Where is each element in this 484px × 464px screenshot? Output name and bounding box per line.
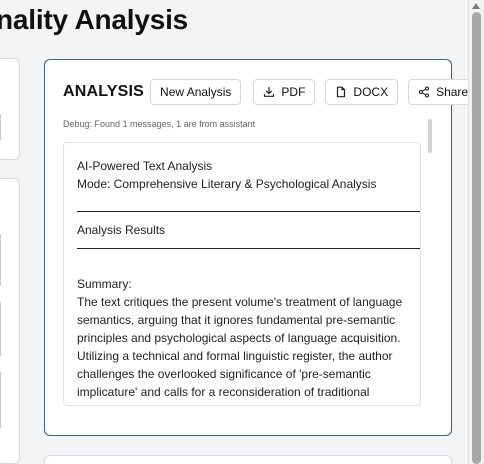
section-heading: Analysis Results: [77, 223, 166, 237]
analysis-content[interactable]: AI-Powered Text Analysis Mode: Comprehen…: [63, 142, 421, 406]
document-icon: [335, 86, 347, 98]
debug-text: Debug: Found 1 messages, 1 are from assi…: [63, 119, 256, 129]
share-icon: [418, 86, 430, 98]
pdf-button[interactable]: PDF: [253, 79, 316, 105]
docx-button[interactable]: DOCX: [325, 79, 399, 105]
left-card-edge: [0, 234, 1, 286]
scroll-up-icon[interactable]: [472, 3, 480, 9]
analysis-panel: ANALYSIS New Analysis PDF DOCX Share Deb…: [44, 59, 479, 436]
bottom-card: [44, 455, 452, 464]
page-scrollbar[interactable]: [468, 0, 484, 464]
divider: [77, 248, 420, 249]
content-line: AI-Powered Text Analysis: [77, 159, 213, 173]
left-card-edge: [0, 114, 1, 140]
docx-label: DOCX: [353, 85, 389, 99]
page-scrollbar-thumb[interactable]: [472, 12, 481, 464]
analysis-toolbar: ANALYSIS New Analysis PDF DOCX Share: [63, 79, 479, 105]
download-icon: [263, 86, 275, 98]
content-line: Mode: Comprehensive Literary & Psycholog…: [77, 177, 377, 191]
summary-line: principles and psychological aspects of …: [77, 331, 401, 345]
left-card-edge: [0, 372, 1, 428]
new-analysis-button[interactable]: New Analysis: [150, 79, 242, 105]
left-card-edge: [0, 302, 1, 356]
left-card-top: [0, 58, 20, 160]
share-label: Share: [436, 85, 469, 99]
left-card-bottom: [0, 178, 20, 464]
summary-line: Utilizing a technical and formal linguis…: [77, 349, 393, 363]
page: nality Analysis ANALYSIS New Analysis PD…: [0, 0, 484, 464]
summary-line: implicature' and calls for a reconsidera…: [77, 385, 370, 399]
summary-label: Summary:: [77, 277, 132, 291]
content-scrollbar[interactable]: [428, 119, 432, 153]
new-analysis-label: New Analysis: [160, 85, 232, 99]
summary-line: challenges the overlooked significance o…: [77, 367, 371, 381]
divider: [77, 211, 420, 212]
panel-title: ANALYSIS: [63, 83, 145, 100]
summary-line: The text critiques the present volume's …: [77, 295, 403, 309]
page-title: nality Analysis: [0, 4, 189, 35]
summary-line: semantics, arguing that it ignores funda…: [77, 313, 396, 327]
pdf-label: PDF: [281, 85, 306, 99]
